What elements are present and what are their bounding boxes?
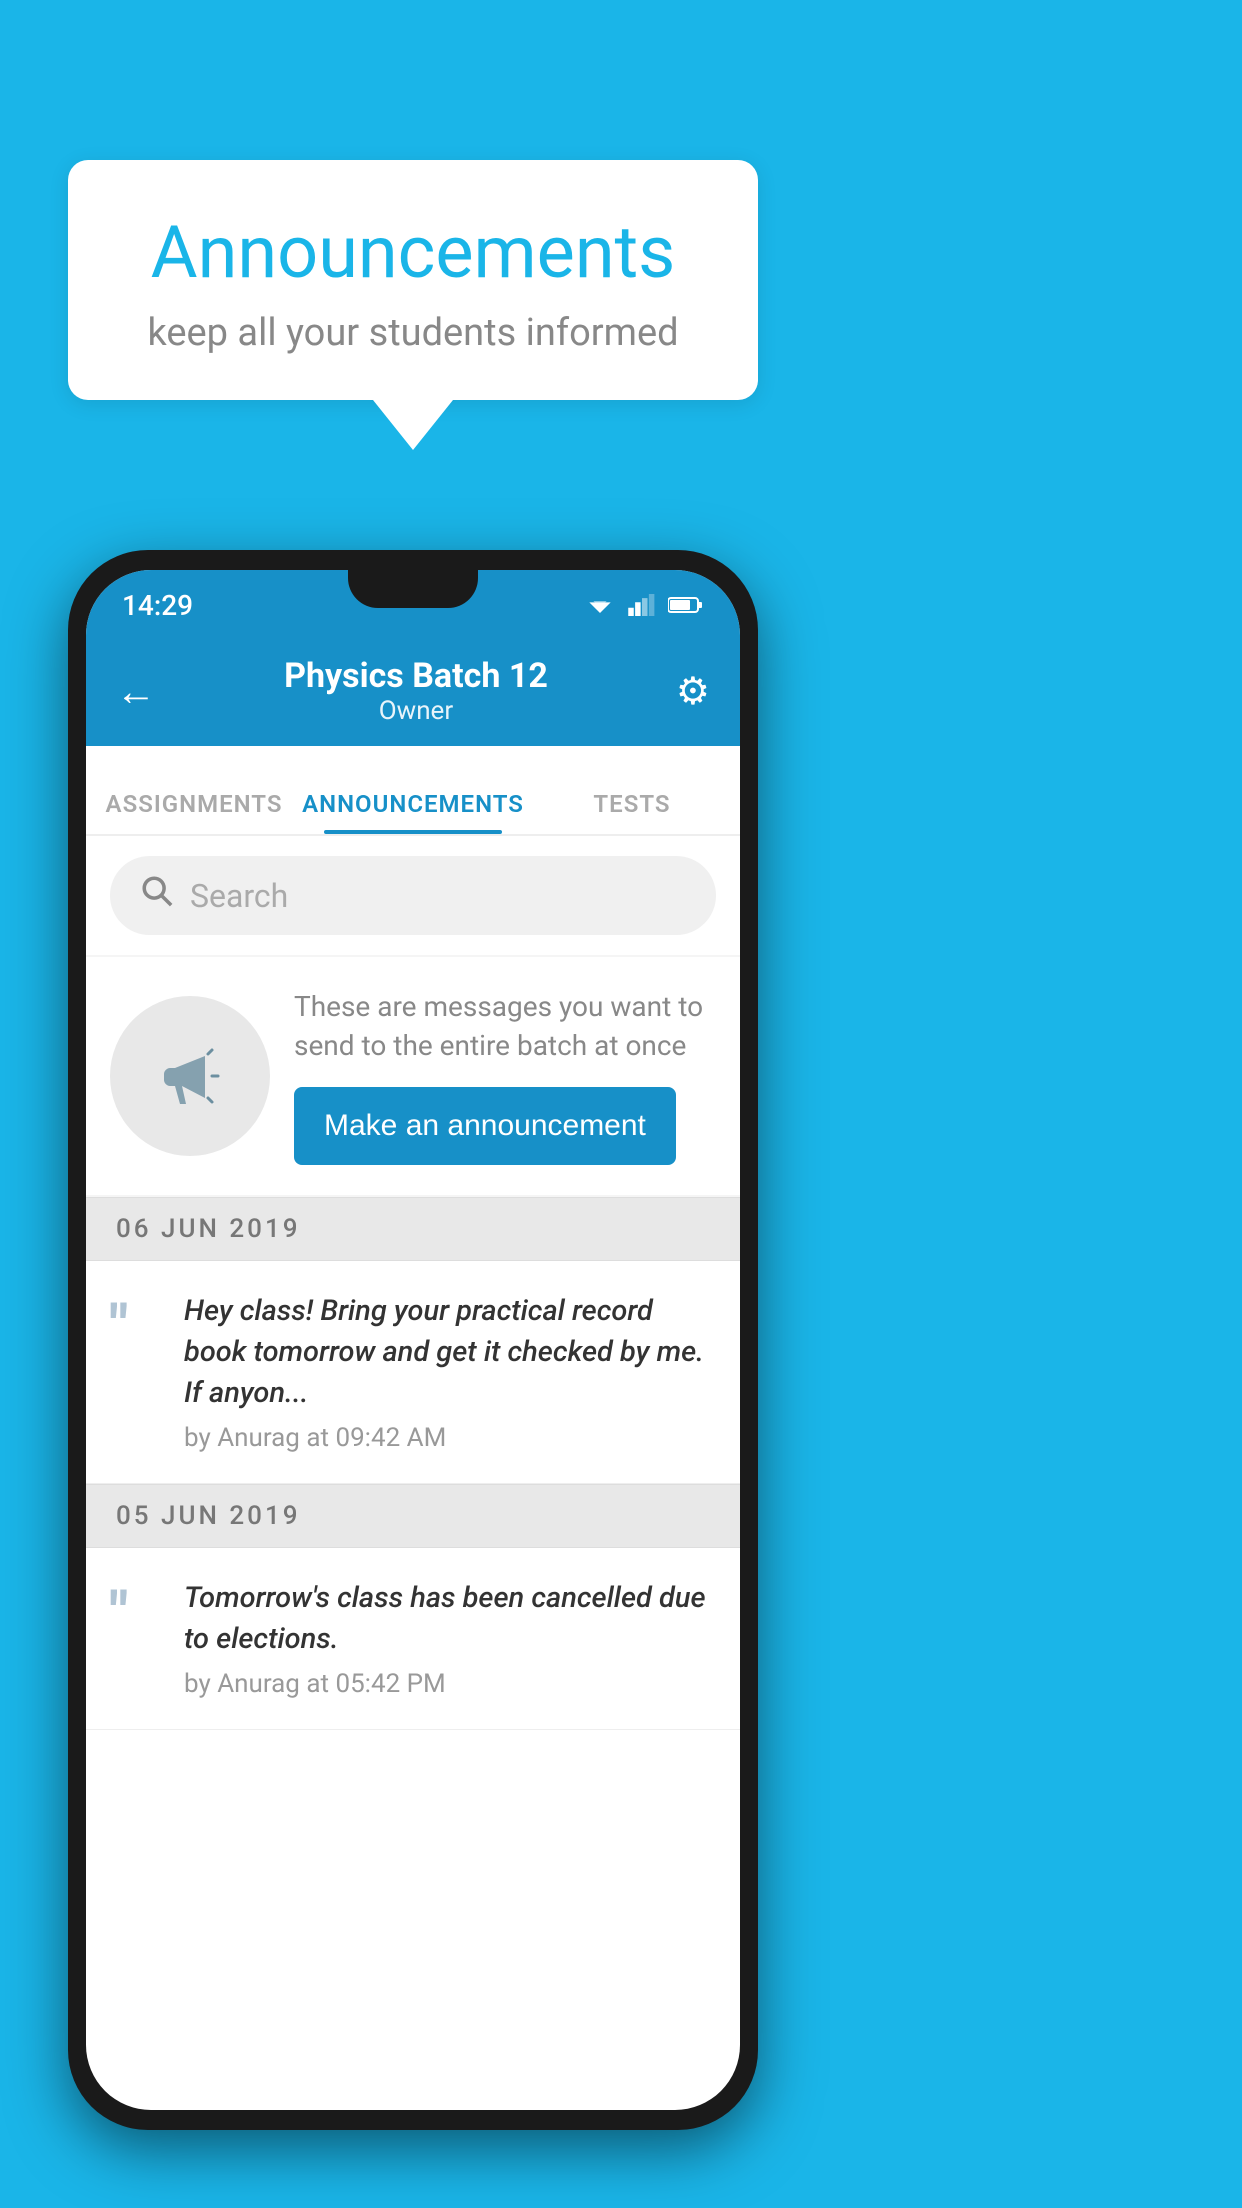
header-center: Physics Batch 12 Owner (284, 656, 548, 726)
search-placeholder: Search (190, 877, 288, 915)
announcement-meta-2: by Anurag at 05:42 PM (184, 1669, 716, 1699)
tab-assignments[interactable]: ASSIGNMENTS (86, 790, 302, 834)
search-icon (140, 874, 174, 917)
notch (348, 570, 478, 608)
promo-card: These are messages you want to send to t… (86, 957, 740, 1195)
status-time: 14:29 (122, 589, 193, 622)
date-separator-1: 06 JUN 2019 (86, 1197, 740, 1261)
speech-bubble: Announcements keep all your students inf… (68, 160, 758, 400)
tabs-bar: ASSIGNMENTS ANNOUNCEMENTS TESTS (86, 746, 740, 836)
signal-icon (628, 594, 656, 616)
quote-icon-1: " (110, 1297, 160, 1353)
speech-bubble-subtitle: keep all your students informed (108, 311, 718, 355)
tab-announcements[interactable]: ANNOUNCEMENTS (302, 790, 524, 834)
megaphone-icon (150, 1036, 230, 1116)
date-separator-2: 05 JUN 2019 (86, 1484, 740, 1548)
tab-tests[interactable]: TESTS (524, 790, 740, 834)
content-area: Search These are (86, 836, 740, 1730)
header-title: Physics Batch 12 (284, 656, 548, 696)
speech-bubble-title: Announcements (108, 210, 718, 295)
announcement-content-1: Hey class! Bring your practical record b… (184, 1291, 716, 1453)
search-bar[interactable]: Search (110, 856, 716, 935)
phone-screen: 14:29 (86, 570, 740, 2110)
announcement-text-2: Tomorrow's class has been cancelled due … (184, 1578, 716, 1659)
phone-wrapper: 14:29 (68, 550, 758, 2150)
announcement-text-1: Hey class! Bring your practical record b… (184, 1291, 716, 1413)
announcement-item-2[interactable]: " Tomorrow's class has been cancelled du… (86, 1548, 740, 1730)
speech-bubble-wrapper: Announcements keep all your students inf… (68, 160, 758, 450)
search-container: Search (86, 836, 740, 955)
battery-icon (668, 595, 704, 615)
promo-description: These are messages you want to send to t… (294, 987, 716, 1065)
wifi-icon (584, 594, 616, 616)
app-header: ← Physics Batch 12 Owner ⚙ (86, 640, 740, 746)
speech-bubble-tail (373, 400, 453, 450)
announcement-item-1[interactable]: " Hey class! Bring your practical record… (86, 1261, 740, 1484)
promo-content: These are messages you want to send to t… (294, 987, 716, 1165)
announcement-content-2: Tomorrow's class has been cancelled due … (184, 1578, 716, 1699)
back-button[interactable]: ← (116, 668, 156, 715)
gear-icon[interactable]: ⚙ (676, 669, 710, 714)
status-icons (584, 594, 704, 616)
make-announcement-button[interactable]: Make an announcement (294, 1087, 676, 1165)
quote-icon-2: " (110, 1584, 160, 1640)
promo-icon-circle (110, 996, 270, 1156)
header-subtitle: Owner (284, 696, 548, 726)
phone-outer: 14:29 (68, 550, 758, 2130)
announcement-meta-1: by Anurag at 09:42 AM (184, 1423, 716, 1453)
status-bar: 14:29 (86, 570, 740, 640)
